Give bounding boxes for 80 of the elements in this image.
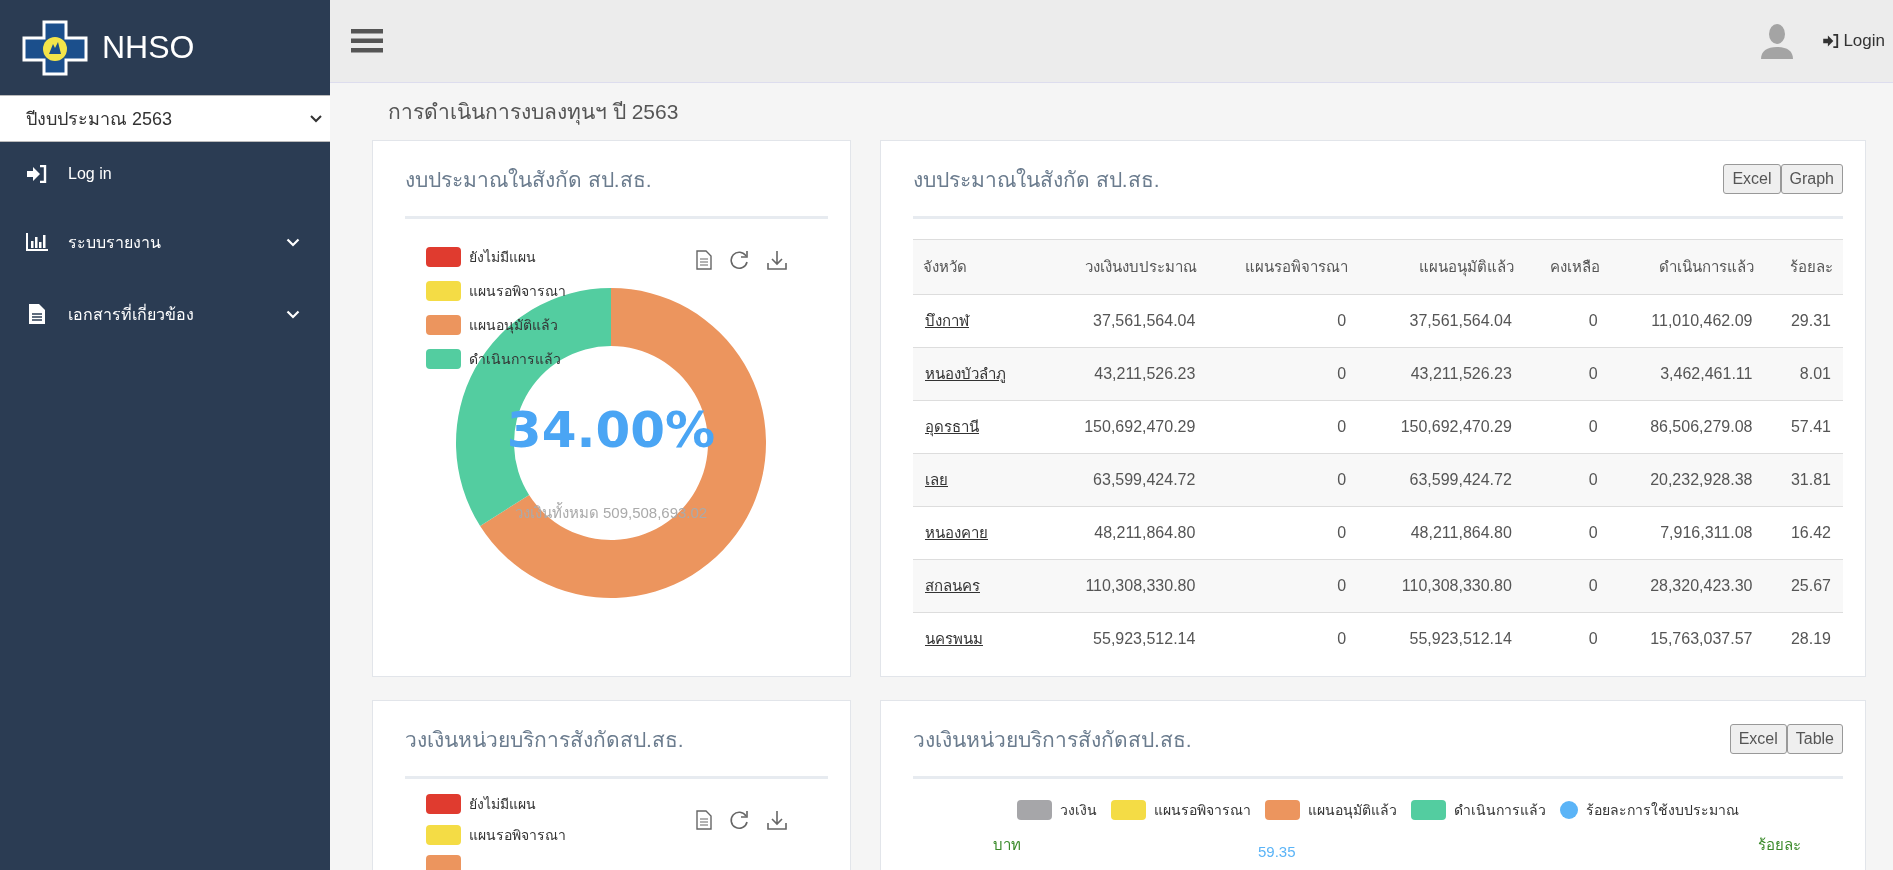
province-link[interactable]: หนองคาย [925, 524, 988, 541]
login-icon [1823, 34, 1840, 48]
toggle-button[interactable]: Table [1786, 723, 1843, 754]
login-icon [26, 165, 48, 183]
table-cell: 0 [1523, 612, 1610, 665]
table-cell: 20,232,928.38 [1609, 453, 1765, 507]
document-icon [26, 304, 48, 324]
province-link[interactable]: นครพนม [925, 630, 983, 647]
column-header: แผนรอพิจารณา [1207, 239, 1359, 295]
table-cell: 31.81 [1764, 453, 1843, 507]
table-cell: 63,599,424.72 [1358, 453, 1524, 507]
table-cell: 55,923,512.14 [1358, 612, 1524, 665]
table-cell: 28,320,423.30 [1609, 559, 1765, 613]
legend-label: แผนอนุมัติแล้ว [1308, 801, 1397, 821]
card-title: งบประมาณในสังกัด สป.สธ. [913, 167, 1160, 193]
year-select[interactable]: ปีงบประมาณ 2563 [0, 95, 330, 142]
data-label: 59.35 [1258, 843, 1296, 860]
nav-item[interactable]: ระบบรายงาน [0, 206, 330, 278]
axis-label: ร้อยละ [1758, 835, 1801, 855]
menu-icon[interactable] [351, 29, 383, 53]
table-cell: 0 [1207, 559, 1359, 613]
province-link[interactable]: สกลนคร [925, 577, 980, 594]
table-cell: 43,211,526.23 [1041, 347, 1208, 401]
toggle-button[interactable]: Graph [1780, 163, 1843, 194]
table-cell: 43,211,526.23 [1358, 347, 1524, 401]
download-icon[interactable] [766, 249, 788, 271]
legend-label: วงเงิน [1060, 801, 1097, 820]
legend-label: ยังไม่มีแผน [469, 795, 536, 814]
legend-label: แผนรอพิจารณา [469, 826, 566, 845]
chevron-down-icon [286, 309, 300, 319]
card-title: วงเงินหน่วยบริการสังกัดสป.สธ. [913, 727, 1192, 753]
province-link[interactable]: เลย [925, 471, 948, 488]
legend-label: ดำเนินการแล้ว [1454, 801, 1546, 820]
column-header: ดำเนินการแล้ว [1609, 239, 1765, 295]
table-cell: 110,308,330.80 [1358, 559, 1524, 613]
table-cell: 0 [1523, 453, 1610, 507]
table-cell: 0 [1207, 612, 1359, 665]
table-cell: 0 [1207, 453, 1359, 507]
toggle-button[interactable]: Excel [1729, 723, 1787, 754]
column-header: ร้อยละ [1764, 239, 1843, 295]
logo-text: NHSO [102, 29, 195, 66]
toggle-button[interactable]: Excel [1723, 163, 1781, 194]
refresh-icon[interactable] [728, 809, 750, 831]
column-header: คงเหลือ [1523, 239, 1610, 295]
table-cell: 0 [1523, 559, 1610, 613]
table-cell: 110,308,330.80 [1041, 559, 1208, 613]
page-title: การดำเนินการงบลงทุนฯ ปี 2563 [388, 99, 680, 127]
legend-label: แผนรอพิจารณา [469, 282, 566, 301]
axis-label: บาท [993, 835, 1021, 855]
download-icon[interactable] [766, 809, 788, 831]
nav-item[interactable]: Log in [0, 142, 330, 206]
province-link[interactable]: บึงกาฬ [925, 312, 969, 329]
province-link[interactable]: หนองบัวลำภู [925, 365, 1006, 382]
chevron-down-icon [286, 237, 300, 247]
chevron-down-icon [310, 114, 322, 123]
table-cell: 55,923,512.14 [1041, 612, 1208, 665]
card-title: งบประมาณในสังกัด สป.สธ. [405, 141, 828, 219]
table-cell: 28.19 [1764, 612, 1843, 665]
legend-label: แผนรอพิจารณา [1154, 801, 1251, 820]
table-cell: 0 [1207, 347, 1359, 401]
table-cell: 0 [1523, 347, 1610, 401]
bar-chart-icon [26, 233, 48, 251]
province-link[interactable]: อุดรธานี [925, 418, 979, 435]
column-header: แผนอนุมัติแล้ว [1358, 239, 1524, 295]
document-icon[interactable] [696, 250, 712, 270]
nav-item[interactable]: เอกสารที่เกี่ยวข้อง [0, 278, 330, 350]
card-title: วงเงินหน่วยบริการสังกัดสป.สธ. [405, 701, 828, 779]
table-cell: 15,763,037.57 [1609, 612, 1765, 665]
column-header: จังหวัด [913, 239, 1042, 295]
legend-label: ยังไม่มีแผน [469, 248, 536, 267]
document-icon[interactable] [696, 810, 712, 830]
logo-icon [22, 19, 88, 76]
table-cell: 3,462,461.11 [1609, 347, 1765, 401]
table-cell: 25.67 [1764, 559, 1843, 613]
refresh-icon[interactable] [728, 249, 750, 271]
legend-label: ร้อยละการใช้งบประมาณ [1586, 801, 1739, 820]
column-header: วงเงินงบประมาณ [1041, 239, 1208, 295]
table-cell: 8.01 [1764, 347, 1843, 401]
table-cell: 63,599,424.72 [1041, 453, 1208, 507]
login-link[interactable]: Login [1823, 31, 1885, 51]
